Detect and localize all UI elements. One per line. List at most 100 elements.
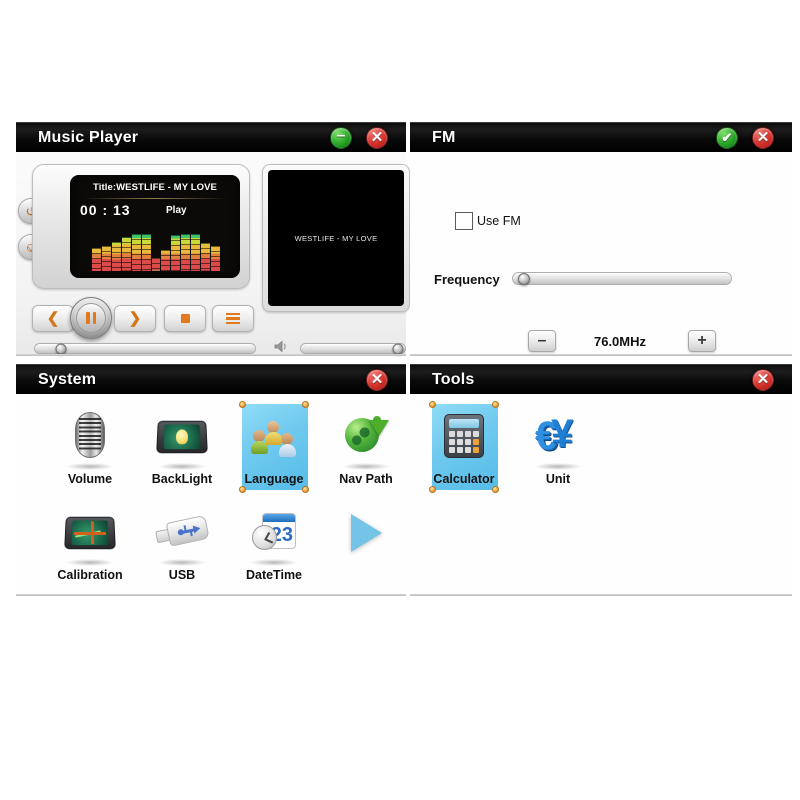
music-player-panel: Music Player – ✕ ↺ ⎉ Title:WESTLIFE - MY… (16, 122, 410, 356)
system-item-label: DateTime (245, 568, 303, 582)
video-preview-screen: WESTLIFE - MY LOVE (268, 170, 404, 306)
calendar-clock-icon: 23 (245, 504, 303, 566)
music-display-frame: Title:WESTLIFE - MY LOVE 00 : 13 Play (32, 164, 250, 289)
frequency-value: 76.0MHz (593, 334, 647, 349)
frequency-increment-button[interactable]: + (688, 330, 716, 352)
system-item-label: USB (168, 568, 196, 582)
tools-item-label: Calculator (433, 472, 495, 486)
system-item-usb[interactable]: USB (136, 498, 228, 594)
fm-title: FM (432, 128, 456, 146)
fm-confirm-button[interactable]: ✔ (716, 126, 738, 149)
plus-icon: + (697, 332, 707, 349)
spectrum-bar (191, 234, 201, 271)
transport-controls: ❮ ❯ (30, 297, 254, 339)
selection-handle-icon[interactable] (302, 401, 309, 408)
tools-title: Tools (432, 370, 475, 388)
use-fm-row: Use FM (455, 212, 521, 230)
system-bottom-edge (16, 594, 406, 596)
spectrum-bar (161, 250, 171, 271)
minimize-icon: – (336, 127, 346, 144)
backlight-icon (153, 408, 211, 470)
yen-glyph: ¥ (551, 412, 574, 456)
use-fm-checkbox[interactable] (455, 212, 473, 230)
selection-handle-icon[interactable] (429, 486, 436, 493)
system-item-next-page[interactable] (320, 498, 412, 594)
selection-handle-icon[interactable] (239, 401, 246, 408)
spectrum-bar (201, 243, 211, 271)
system-item-label: Volume (67, 472, 113, 486)
selection-handle-icon[interactable] (302, 486, 309, 493)
stop-button[interactable] (164, 305, 206, 332)
system-item-calibration[interactable]: Calibration (44, 498, 136, 594)
volume-slider-knob[interactable] (392, 343, 404, 354)
usb-icon (153, 504, 211, 566)
selection-handle-icon[interactable] (429, 401, 436, 408)
fm-body: Use FM Frequency – 76.0MHz + Use FM，Bugl… (410, 152, 792, 378)
system-item-label: Calibration (57, 568, 123, 582)
previous-track-button[interactable]: ❮ (32, 305, 74, 332)
stop-icon (180, 314, 190, 323)
tools-close-button[interactable]: ✕ (752, 368, 774, 391)
selection-handle-icon[interactable] (239, 486, 246, 493)
system-title: System (38, 370, 97, 388)
fm-close-button[interactable]: ✕ (752, 126, 774, 149)
tools-item-label: Unit (545, 472, 571, 486)
seek-slider[interactable] (34, 343, 256, 354)
minus-icon: – (537, 332, 547, 349)
pause-icon (76, 303, 106, 333)
close-button[interactable]: ✕ (366, 126, 388, 149)
play-pause-button[interactable] (70, 297, 112, 339)
spectrum-analyzer (92, 229, 220, 272)
elapsed-time: 00 : 13 (80, 202, 131, 218)
system-item-label: Language (244, 472, 304, 486)
system-item-label: BackLight (151, 472, 213, 486)
spectrum-bar (171, 234, 181, 272)
system-close-button[interactable]: ✕ (366, 368, 388, 391)
microphone-icon (61, 408, 119, 470)
system-titlebar: System ✕ (16, 364, 406, 394)
volume-slider[interactable] (300, 343, 406, 354)
video-preview[interactable]: WESTLIFE - MY LOVE (262, 164, 410, 312)
frequency-label: Frequency (434, 272, 500, 287)
spectrum-bar (131, 234, 141, 271)
frequency-slider[interactable] (512, 272, 732, 285)
fm-panel: FM ✔ ✕ Use FM Frequency – 76.0MHz + (410, 122, 792, 378)
frequency-decrement-button[interactable]: – (528, 330, 556, 352)
system-item-datetime[interactable]: 23 DateTime (228, 498, 320, 594)
frequency-slider-knob[interactable] (517, 272, 530, 285)
selection-handle-icon[interactable] (492, 401, 499, 408)
system-item-nav-path[interactable]: Nav Path (320, 402, 412, 498)
people-icon (245, 408, 303, 466)
tools-item-unit[interactable]: € ¥ Unit (512, 402, 604, 498)
system-panel: System ✕ Volume BackLight Language Nav P… (16, 364, 406, 596)
tools-panel: Tools ✕ Calculator € ¥ Unit (410, 364, 792, 596)
spectrum-bar (121, 237, 131, 271)
system-icon-grid: Volume BackLight Language Nav Path Calib… (18, 398, 404, 594)
seek-slider-knob[interactable] (55, 343, 67, 354)
playlist-button[interactable] (212, 305, 254, 332)
spectrum-bar (101, 245, 111, 272)
selection-handle-icon[interactable] (492, 486, 499, 493)
previous-icon: ❮ (46, 310, 60, 327)
next-track-button[interactable]: ❯ (114, 305, 156, 332)
system-item-language[interactable]: Language (228, 401, 320, 498)
tools-titlebar: Tools ✕ (410, 364, 792, 394)
fm-bottom-edge (410, 354, 792, 356)
playlist-icon (226, 312, 240, 325)
fm-titlebar: FM ✔ ✕ (410, 122, 792, 152)
video-overlay-text: WESTLIFE - MY LOVE (294, 233, 378, 243)
system-item-backlight[interactable]: BackLight (136, 402, 228, 498)
screen-root: Music Player – ✕ ↺ ⎉ Title:WESTLIFE - MY… (0, 0, 800, 800)
spectrum-bar (211, 245, 220, 272)
play-state-label: Play (166, 205, 187, 216)
minimize-button[interactable]: – (330, 126, 352, 149)
system-item-volume[interactable]: Volume (44, 402, 136, 498)
tools-item-calculator[interactable]: Calculator (418, 401, 510, 498)
system-item-label: Nav Path (339, 472, 393, 486)
spectrum-bar (181, 234, 191, 271)
track-title: Title:WESTLIFE - MY LOVE (93, 182, 217, 193)
music-player-title: Music Player (38, 128, 139, 146)
check-icon: ✔ (721, 130, 733, 145)
use-fm-label: Use FM (477, 214, 521, 228)
close-icon: ✕ (756, 370, 770, 388)
